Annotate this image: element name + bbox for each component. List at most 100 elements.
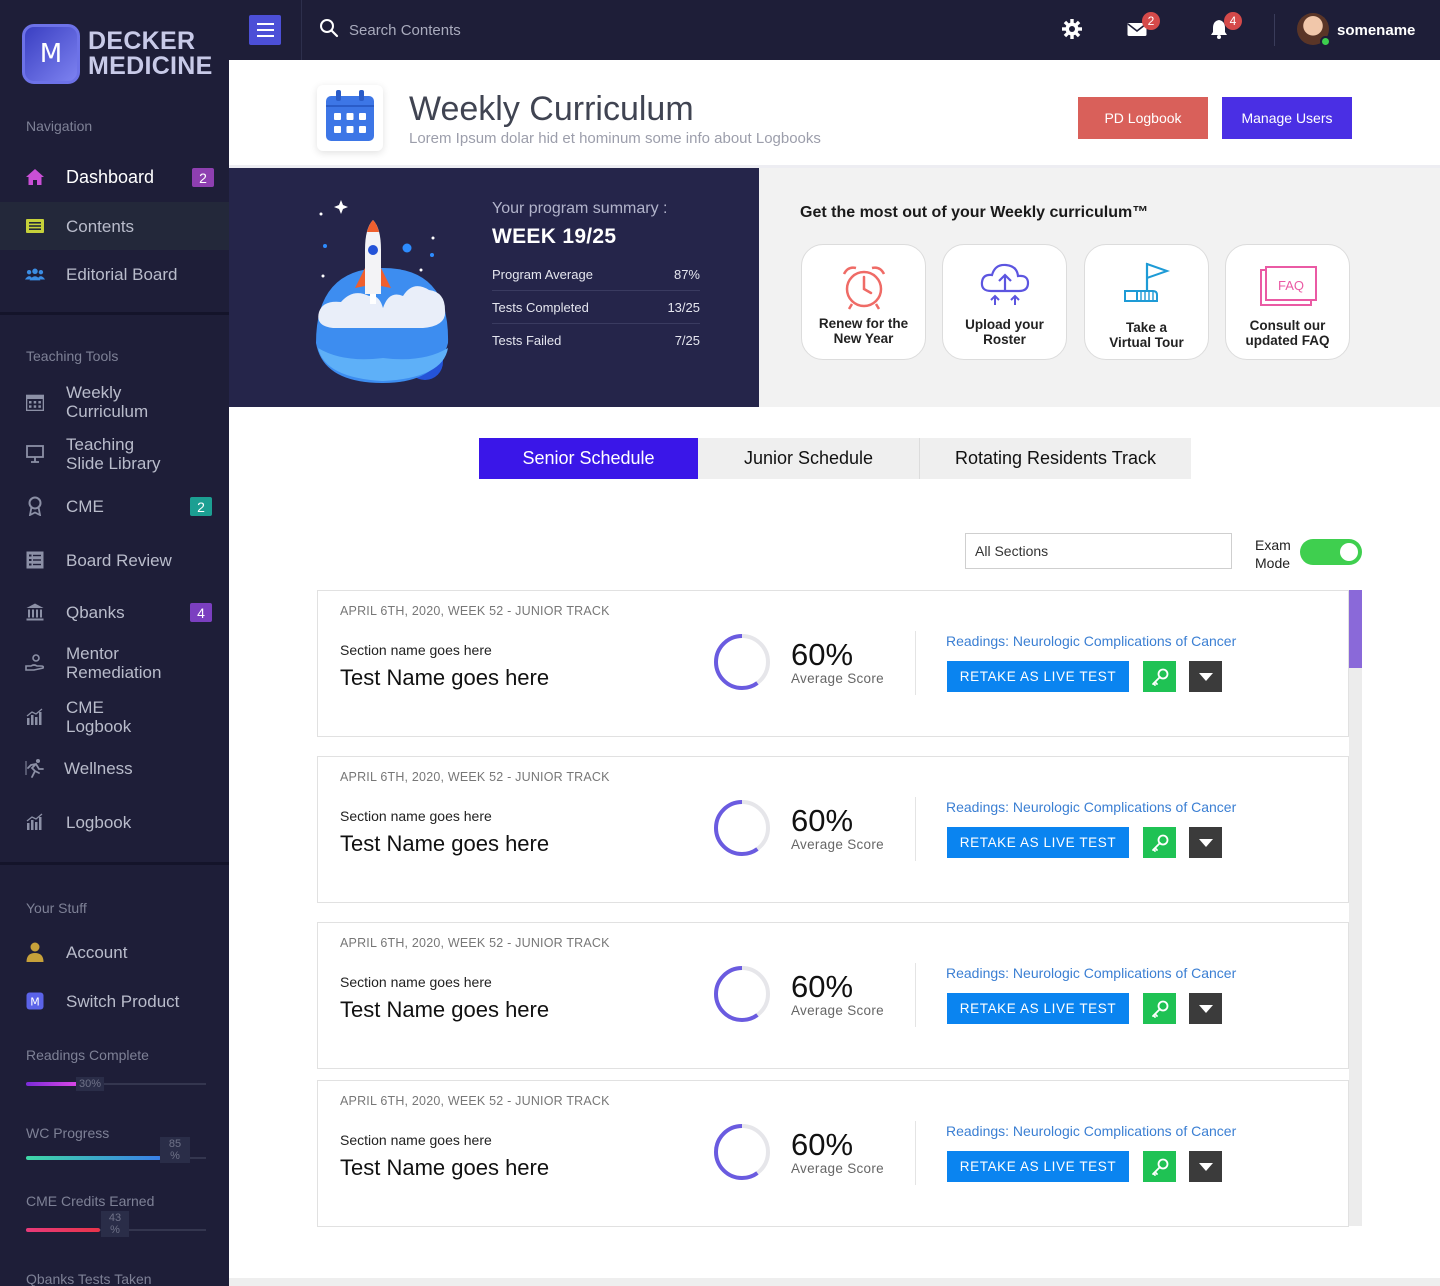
sidebar-item-label: CME xyxy=(66,496,104,516)
test-meta: APRIL 6TH, 2020, WEEK 52 - JUNIOR TRACK xyxy=(340,604,610,618)
exam-mode-toggle[interactable] xyxy=(1300,539,1362,565)
test-name: Test Name goes here xyxy=(340,997,550,1022)
answer-key-button[interactable] xyxy=(1143,827,1176,858)
sidebar-item-mentor-remediation[interactable]: Mentor Remediation xyxy=(0,643,229,683)
sidebar-item-teaching-slide-library[interactable]: Teaching Slide Library xyxy=(0,434,229,474)
tip-card-renew[interactable]: Renew for the New Year xyxy=(801,244,926,360)
manage-users-button[interactable]: Manage Users xyxy=(1222,97,1352,139)
svg-text:M: M xyxy=(30,996,40,1009)
average-score-value: 60% xyxy=(791,969,854,1004)
readings-complete-value: 30% xyxy=(76,1077,105,1091)
topbar-divider xyxy=(1274,14,1275,46)
calendar-icon xyxy=(325,89,375,147)
tip-label: Consult our updated FAQ xyxy=(1226,318,1349,348)
username-label[interactable]: somename xyxy=(1337,22,1415,39)
card-divider xyxy=(915,963,916,1027)
answer-key-button[interactable] xyxy=(1143,661,1176,692)
users-icon xyxy=(25,264,45,284)
test-name: Test Name goes here xyxy=(340,665,550,690)
expand-dropdown-button[interactable] xyxy=(1189,827,1222,858)
summary-row-value: 87% xyxy=(673,266,700,282)
answer-key-button[interactable] xyxy=(1143,1151,1176,1182)
test-card: APRIL 6TH, 2020, WEEK 52 - JUNIOR TRACK S… xyxy=(317,1080,1349,1227)
readings-link[interactable]: Readings: Neurologic Complications of Ca… xyxy=(946,1123,1236,1139)
program-week: WEEK 19/25 xyxy=(492,225,617,248)
messages-button[interactable]: 2 xyxy=(1124,12,1160,44)
retake-live-test-button[interactable]: RETAKE AS LIVE TEST xyxy=(947,827,1129,858)
hamburger-menu-button[interactable] xyxy=(249,15,281,45)
expand-dropdown-button[interactable] xyxy=(1189,993,1222,1024)
sidebar-item-wellness[interactable]: Wellness xyxy=(0,757,229,779)
sidebar-item-label: Dashboard xyxy=(66,166,155,187)
chevron-down-icon xyxy=(1198,672,1213,681)
test-section-name: Section name goes here xyxy=(340,974,492,990)
sidebar-item-label: Mentor Remediation xyxy=(66,644,162,682)
sidebar-item-board-review[interactable]: Board Review xyxy=(0,549,229,571)
sidebar-item-qbanks[interactable]: Qbanks 4 xyxy=(0,601,229,623)
pd-logbook-button[interactable]: PD Logbook xyxy=(1078,97,1208,139)
sidebar-item-label: Wellness xyxy=(64,758,133,778)
summary-row-label: Tests Failed xyxy=(492,333,562,348)
chevron-down-icon xyxy=(1198,1162,1213,1171)
tab-junior-schedule[interactable]: Junior Schedule xyxy=(698,438,919,479)
summary-row-value: 13/25 xyxy=(667,299,700,315)
expand-dropdown-button[interactable] xyxy=(1189,661,1222,692)
tab-senior-schedule[interactable]: Senior Schedule xyxy=(479,438,698,479)
scrollbar-thumb[interactable] xyxy=(1349,590,1362,668)
search-icon[interactable] xyxy=(319,18,339,43)
sidebar-item-logbook[interactable]: Logbook xyxy=(0,811,229,833)
cme-credits-fill xyxy=(26,1228,100,1232)
brand-logo[interactable]: M DECKER MEDICINE xyxy=(22,24,213,84)
tip-label-line: New Year xyxy=(833,331,894,346)
sidebar-item-cme-logbook[interactable]: CME Logbook xyxy=(0,697,229,737)
readings-link[interactable]: Readings: Neurologic Complications of Ca… xyxy=(946,799,1236,815)
sidebar-item-switch-product[interactable]: M Switch Product xyxy=(0,990,229,1012)
curriculum-tips-panel: Get the most out of your Weekly curricul… xyxy=(759,168,1440,407)
tip-card-faq[interactable]: FAQ Consult our updated FAQ xyxy=(1225,244,1350,360)
list-scrollbar[interactable] xyxy=(1349,590,1362,1226)
page-title: Weekly Curriculum xyxy=(409,90,694,128)
readings-link[interactable]: Readings: Neurologic Complications of Ca… xyxy=(946,965,1236,981)
sidebar-item-editorial-board[interactable]: Editorial Board xyxy=(0,263,229,285)
tip-label-line: Roster xyxy=(983,332,1026,347)
tab-rotating-residents-track[interactable]: Rotating Residents Track xyxy=(920,438,1191,479)
page-footer-strip xyxy=(229,1278,1440,1286)
teaching-tools-heading: Teaching Tools xyxy=(26,348,119,364)
program-summary-panel: Your program summary : WEEK 19/25 Progra… xyxy=(229,168,759,407)
settings-button[interactable] xyxy=(1059,18,1085,44)
your-stuff-heading: Your Stuff xyxy=(26,900,87,916)
section-select[interactable]: All Sections xyxy=(965,533,1232,569)
expand-dropdown-button[interactable] xyxy=(1189,1151,1222,1182)
faq-icon: FAQ xyxy=(1226,265,1349,307)
sidebar-item-account[interactable]: Account xyxy=(0,941,229,963)
sidebar-item-cme[interactable]: CME 2 xyxy=(0,495,229,517)
retake-live-test-button[interactable]: RETAKE AS LIVE TEST xyxy=(947,661,1129,692)
flag-tour-icon xyxy=(1085,261,1208,309)
tip-label: Renew for the New Year xyxy=(802,316,925,346)
logo-badge: M xyxy=(22,24,80,84)
sidebar-item-contents[interactable]: Contents xyxy=(0,202,229,250)
cloud-upload-icon xyxy=(943,261,1066,307)
average-score-label: Average Score xyxy=(791,1003,884,1018)
award-icon xyxy=(25,496,45,516)
retake-live-test-button[interactable]: RETAKE AS LIVE TEST xyxy=(947,1151,1129,1182)
sidebar-item-dashboard[interactable]: Dashboard 2 xyxy=(0,166,229,188)
readings-link[interactable]: Readings: Neurologic Complications of Ca… xyxy=(946,633,1236,649)
retake-live-test-button[interactable]: RETAKE AS LIVE TEST xyxy=(947,993,1129,1024)
tip-label-line: Virtual Tour xyxy=(1109,335,1184,350)
tip-label-line: updated FAQ xyxy=(1245,333,1330,348)
average-score-ring xyxy=(714,966,770,1022)
topbar-divider xyxy=(301,0,302,60)
sidebar-item-label: Teaching Slide Library xyxy=(66,435,161,473)
messages-count-badge: 2 xyxy=(1142,12,1160,30)
notifications-count-badge: 4 xyxy=(1224,12,1242,30)
key-icon xyxy=(1151,834,1168,852)
search-input[interactable] xyxy=(349,22,649,39)
calendar-icon xyxy=(25,392,45,412)
sidebar-item-weekly-curriculum[interactable]: Weekly Curriculum xyxy=(0,382,229,422)
user-avatar[interactable] xyxy=(1297,13,1331,47)
tip-card-upload-roster[interactable]: Upload your Roster xyxy=(942,244,1067,360)
answer-key-button[interactable] xyxy=(1143,993,1176,1024)
notifications-button[interactable]: 4 xyxy=(1206,12,1242,44)
tip-card-virtual-tour[interactable]: Take a Virtual Tour xyxy=(1084,244,1209,360)
